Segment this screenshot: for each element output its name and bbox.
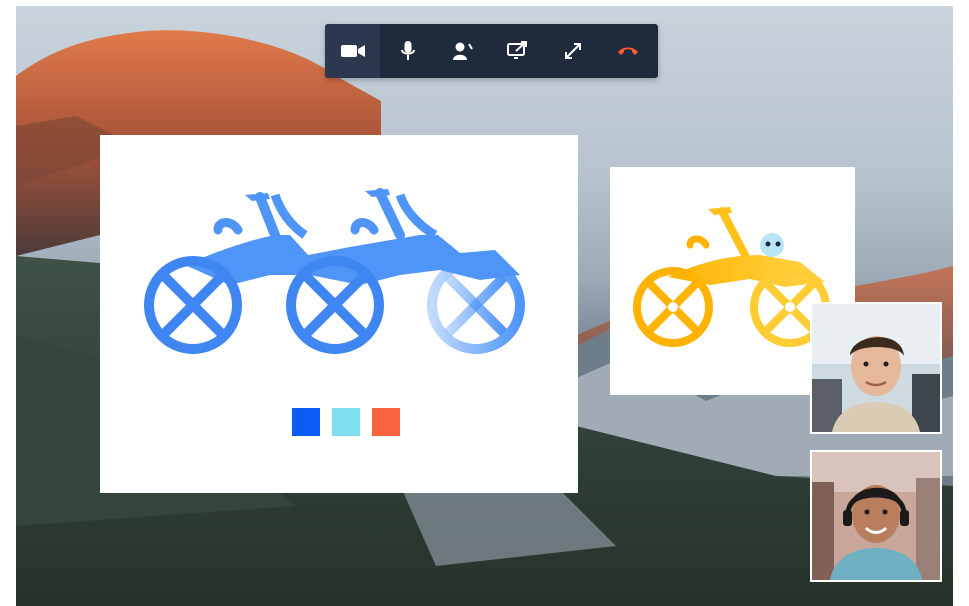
tandem-bicycle-illustration [144, 188, 525, 354]
participant-2-avatar [812, 452, 940, 580]
participant-video-1[interactable] [810, 302, 942, 434]
end-call-icon [617, 47, 638, 55]
screen-share-icon [506, 41, 527, 59]
color-swatches [292, 408, 400, 436]
microphone-icon [400, 41, 415, 60]
fullscreen-button[interactable] [545, 24, 600, 78]
participants-button[interactable] [435, 24, 490, 78]
end-call-button[interactable] [600, 24, 655, 78]
participants-icon [452, 42, 473, 60]
swatch-cyan[interactable] [332, 408, 360, 436]
video-camera-icon [340, 45, 365, 57]
shared-screen-window[interactable] [100, 135, 578, 493]
swatch-blue[interactable] [292, 408, 320, 436]
screen-share-button[interactable] [490, 24, 545, 78]
video-toggle-button[interactable] [325, 24, 380, 78]
fullscreen-icon [564, 43, 581, 59]
mute-button[interactable] [380, 24, 435, 78]
swatch-orange[interactable] [372, 408, 400, 436]
participant-1-avatar [812, 304, 940, 432]
call-toolbar [325, 24, 658, 78]
participant-video-2[interactable] [810, 450, 942, 582]
